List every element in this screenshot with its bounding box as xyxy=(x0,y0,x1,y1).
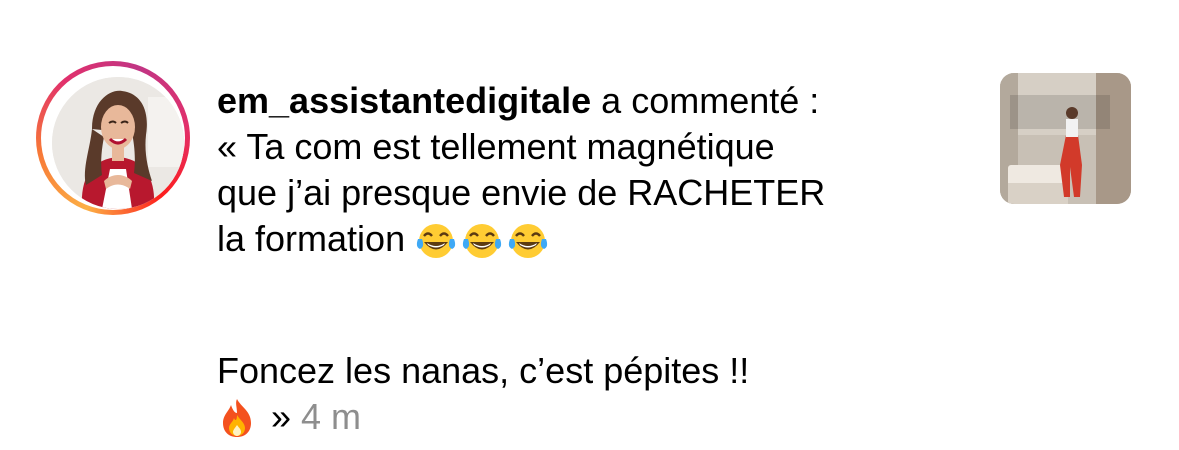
post-thumbnail[interactable] xyxy=(1000,73,1131,204)
avatar[interactable] xyxy=(52,77,184,209)
action-text: a commenté : xyxy=(591,80,820,121)
avatar-border xyxy=(41,66,185,210)
closing-quote: » xyxy=(261,396,302,437)
comment-notification[interactable]: em_assistantedigitale a commenté : « Ta … xyxy=(0,0,1179,437)
timestamp: 4 m xyxy=(301,396,362,437)
tears-of-joy-icon xyxy=(415,221,457,272)
notification-header-line: em_assistantedigitale a commenté : xyxy=(217,78,957,124)
comment-line: Foncez les nanas, c’est pépites !! xyxy=(217,350,750,391)
story-ring[interactable] xyxy=(36,61,190,215)
comment-text: la formation xyxy=(217,218,416,259)
tears-of-joy-icon xyxy=(507,221,549,272)
notification-text[interactable]: em_assistantedigitale a commenté : « Ta … xyxy=(217,78,957,450)
tears-of-joy-icon xyxy=(461,221,503,272)
fire-icon xyxy=(217,397,257,450)
username-link[interactable]: em_assistantedigitale xyxy=(217,80,591,121)
line-break xyxy=(217,272,957,348)
comment-line: la formation xyxy=(217,216,957,272)
comment-line: « Ta com est tellement magnétique xyxy=(217,126,775,167)
comment-footer-line: » 4 m xyxy=(217,394,957,450)
comment-line: que j’ai presque envie de RACHETER xyxy=(217,172,826,213)
